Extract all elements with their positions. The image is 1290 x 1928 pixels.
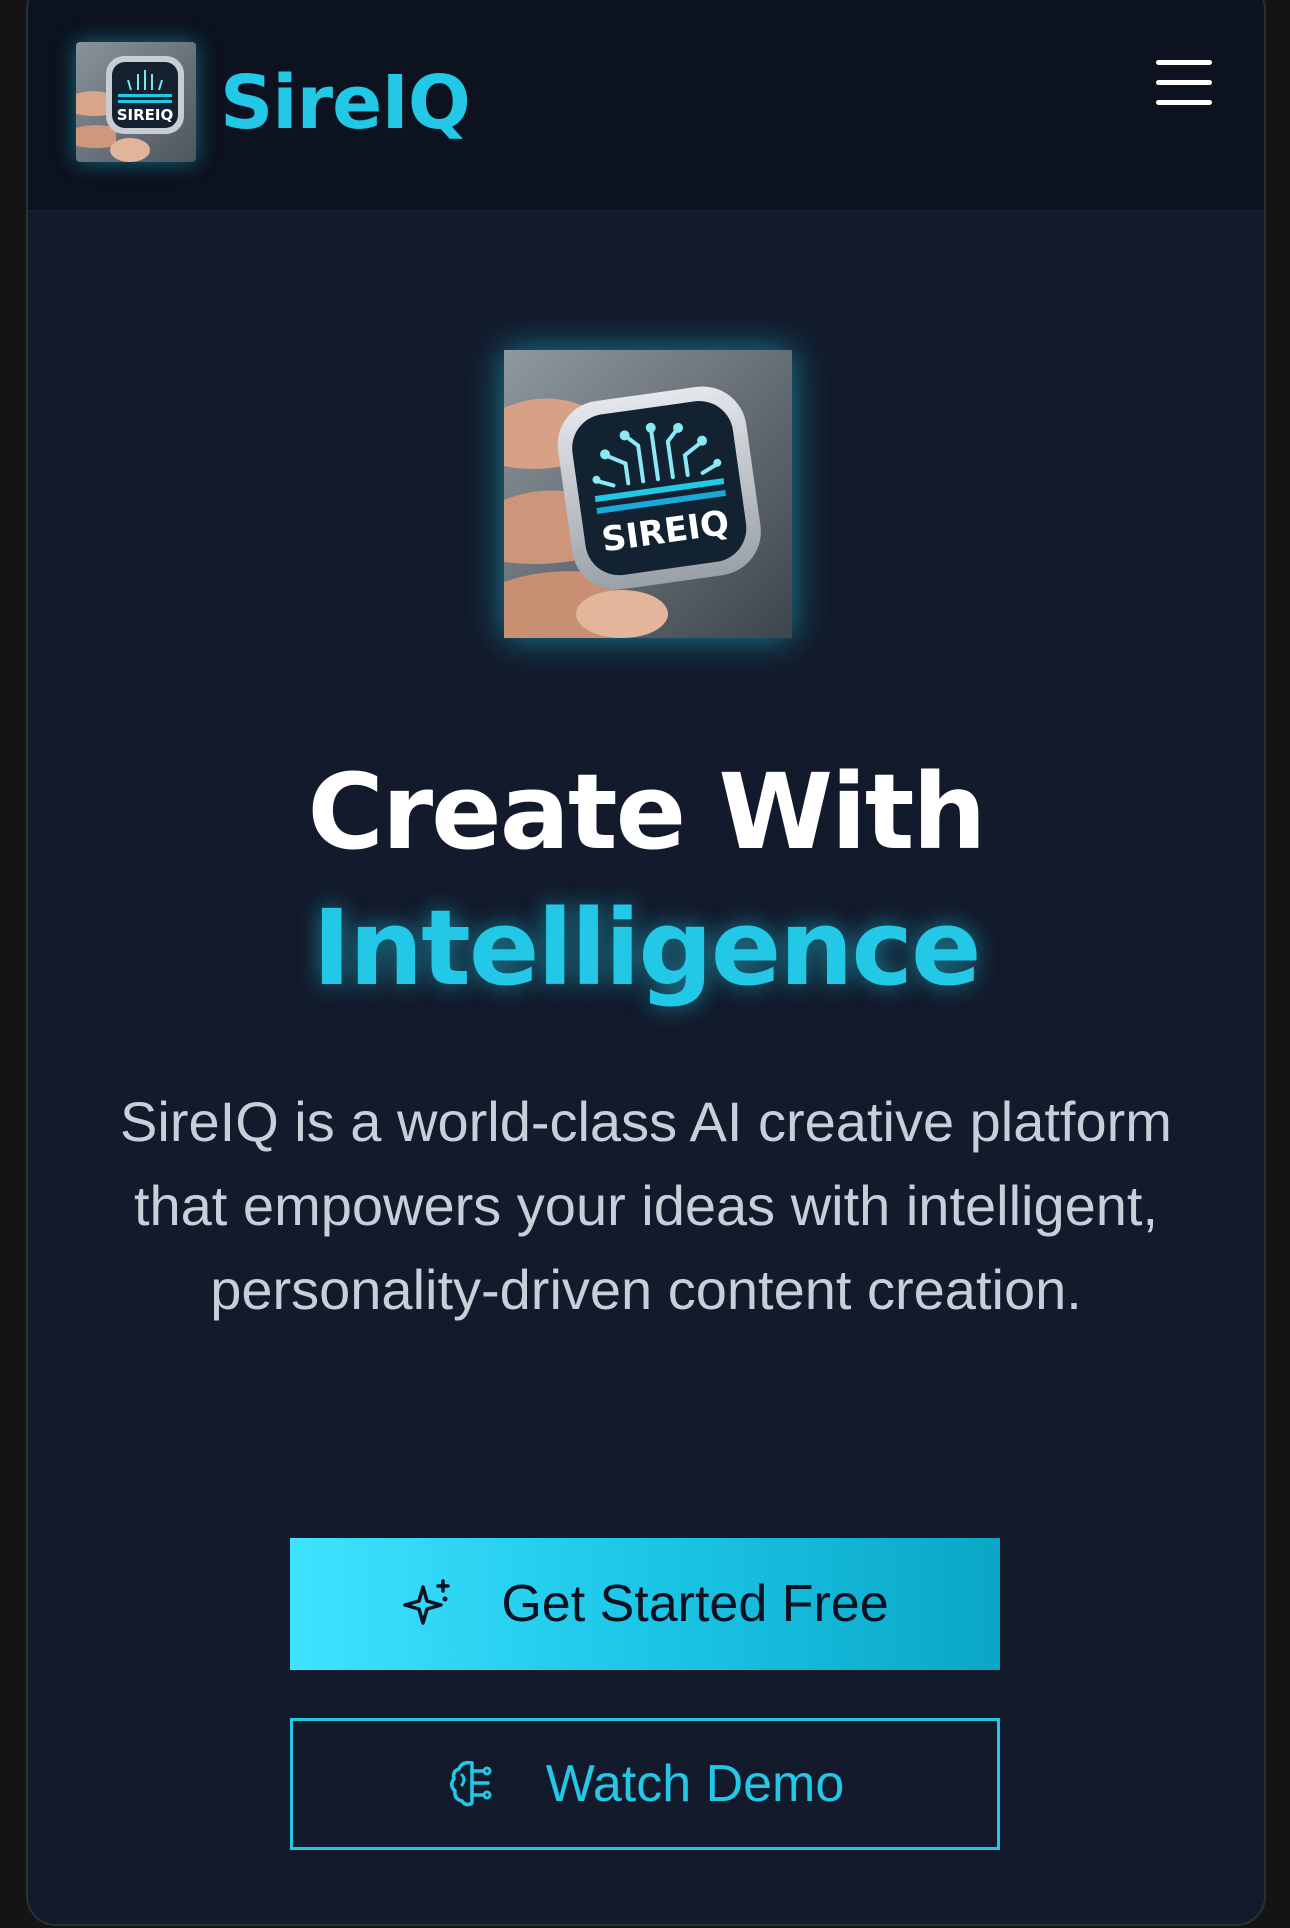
watch-demo-label: Watch Demo xyxy=(545,1755,845,1813)
svg-text:SIREIQ: SIREIQ xyxy=(117,106,174,124)
brand-name[interactable]: SireIQ xyxy=(220,58,471,148)
hamburger-menu-icon[interactable] xyxy=(1156,60,1212,108)
brain-icon xyxy=(446,1757,500,1811)
app-frame: SIREIQ SireIQ SIREIQ Create With Intelli… xyxy=(26,0,1266,1926)
sireiq-logo-icon: SIREIQ xyxy=(504,350,792,638)
hero-logo-image: SIREIQ xyxy=(504,350,792,638)
get-started-label: Get Started Free xyxy=(501,1575,889,1633)
hero-headline: Create With Intelligence xyxy=(28,744,1264,1016)
watch-demo-button[interactable]: Watch Demo xyxy=(290,1718,1000,1850)
navbar: SIREIQ SireIQ xyxy=(28,0,1264,211)
brand-logo-image[interactable]: SIREIQ xyxy=(76,42,196,162)
get-started-button[interactable]: Get Started Free xyxy=(290,1538,1000,1670)
sireiq-logo-icon: SIREIQ xyxy=(76,42,196,162)
headline-line-1: Create With xyxy=(307,751,987,873)
menu-bar-bottom xyxy=(1156,100,1212,105)
headline-line-2: Intelligence xyxy=(312,887,981,1009)
sparkle-icon xyxy=(401,1577,455,1631)
menu-bar-top xyxy=(1156,60,1212,65)
menu-bar-middle xyxy=(1156,80,1212,85)
hero-description: SireIQ is a world-class AI creative plat… xyxy=(120,1090,1172,1321)
